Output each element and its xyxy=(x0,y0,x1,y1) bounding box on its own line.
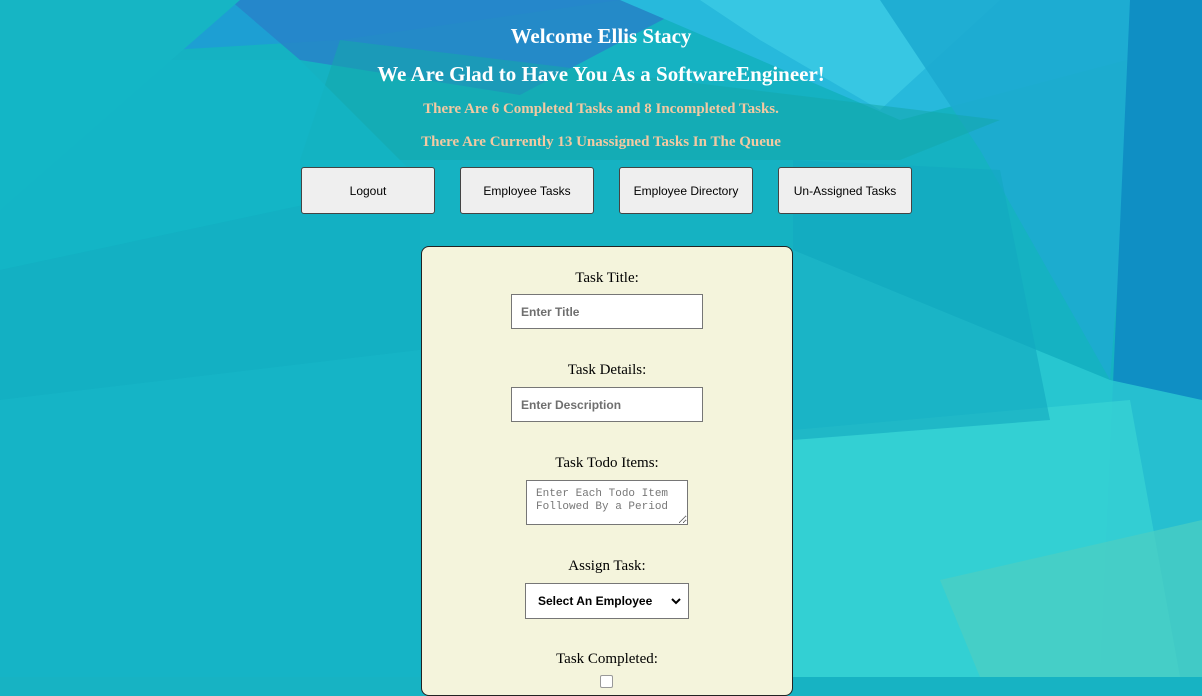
task-title-label: Task Title: xyxy=(575,270,639,286)
new-task-form: Task Title: Task Details: Task Todo Item… xyxy=(421,246,793,696)
task-count-summary: There Are 6 Completed Tasks and 8 Incomp… xyxy=(423,101,779,117)
welcome-heading: Welcome Ellis Stacy xyxy=(510,24,692,48)
task-title-input[interactable] xyxy=(511,294,703,329)
page-content: Welcome Ellis Stacy We Are Glad to Have … xyxy=(0,0,1202,696)
employee-tasks-button[interactable]: Employee Tasks xyxy=(460,167,594,214)
employee-directory-button[interactable]: Employee Directory xyxy=(619,167,753,214)
assign-employee-selected-value: Select An Employee xyxy=(538,594,653,608)
assign-employee-select[interactable]: Select An Employee xyxy=(525,583,689,619)
task-todo-label: Task Todo Items: xyxy=(555,455,659,471)
task-completed-label: Task Completed: xyxy=(556,651,658,667)
chevron-down-icon xyxy=(671,598,681,605)
assign-task-label: Assign Task: xyxy=(568,558,646,574)
task-todo-textarea[interactable] xyxy=(526,480,688,525)
unassigned-queue-summary: There Are Currently 13 Unassigned Tasks … xyxy=(421,134,781,150)
task-details-input[interactable] xyxy=(511,387,703,422)
role-heading: We Are Glad to Have You As a SoftwareEng… xyxy=(377,62,825,86)
unassigned-tasks-button[interactable]: Un-Assigned Tasks xyxy=(778,167,912,214)
logout-button[interactable]: Logout xyxy=(301,167,435,214)
task-details-label: Task Details: xyxy=(567,362,647,378)
